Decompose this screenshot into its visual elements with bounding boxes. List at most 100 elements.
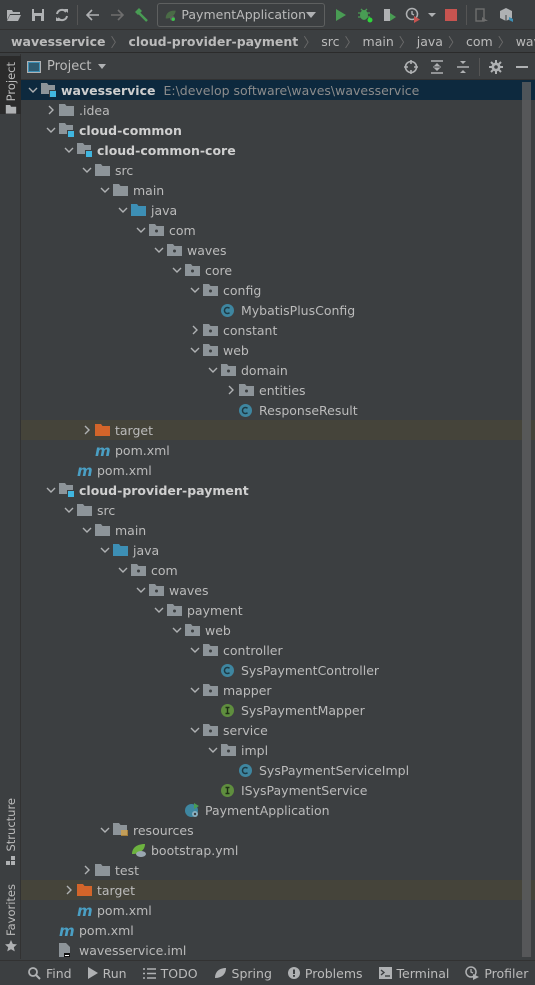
tree-node[interactable]: config: [21, 280, 521, 300]
project-tool-tab[interactable]: Project: [0, 56, 21, 114]
tree-node[interactable]: target: [21, 880, 535, 900]
tree-node[interactable]: cloud-common-core: [21, 140, 521, 160]
tree-node[interactable]: ResponseResult: [21, 400, 521, 420]
tree-node[interactable]: payment: [21, 600, 521, 620]
tree-node[interactable]: waves: [21, 240, 521, 260]
package-icon[interactable]: [494, 3, 518, 27]
project-view-selector[interactable]: Project: [47, 59, 91, 74]
chevron-down-icon[interactable]: [61, 140, 77, 160]
chevron-down-icon[interactable]: [115, 560, 131, 580]
tree-node[interactable]: test: [21, 860, 521, 880]
tree-node[interactable]: SysPaymentMapper: [21, 700, 521, 720]
tree-node[interactable]: web: [21, 340, 521, 360]
chevron-down-icon[interactable]: [187, 720, 203, 740]
breadcrumb-item[interactable]: cloud-provider-payment: [128, 34, 298, 49]
breadcrumb-item[interactable]: waves: [516, 34, 535, 49]
tree-node[interactable]: com: [21, 560, 521, 580]
coverage-icon[interactable]: [377, 3, 401, 27]
stop-icon[interactable]: [439, 3, 463, 27]
tree-node[interactable]: constant: [21, 320, 521, 340]
tree-node[interactable]: SysPaymentServiceImpl: [21, 760, 521, 780]
tree-node[interactable]: src: [21, 500, 521, 520]
tree-node[interactable]: resources: [21, 820, 521, 840]
chevron-down-icon[interactable]: [187, 640, 203, 660]
chevron-right-icon[interactable]: [79, 420, 95, 440]
breadcrumb-item[interactable]: src: [321, 34, 339, 49]
chevron-down-icon[interactable]: [187, 340, 203, 360]
tree-node[interactable]: domain: [21, 360, 521, 380]
chevron-down-icon[interactable]: [151, 600, 167, 620]
tree-node[interactable]: main: [21, 180, 521, 200]
favorites-tool-tab[interactable]: Favorites: [0, 884, 21, 954]
tree-node[interactable]: main: [21, 520, 521, 540]
open-folder-icon[interactable]: [2, 3, 26, 27]
run-tool-button[interactable]: Run: [87, 966, 127, 981]
chevron-down-icon[interactable]: [79, 520, 95, 540]
tree-node[interactable]: service: [21, 720, 521, 740]
chevron-down-icon[interactable]: [98, 64, 107, 69]
tree-node[interactable]: MybatisPlusConfig: [21, 300, 521, 320]
tree-node[interactable]: java: [21, 200, 521, 220]
chevron-down-icon[interactable]: [169, 620, 185, 640]
tree-node[interactable]: m pom.xml: [21, 900, 521, 920]
minimize-icon[interactable]: [509, 54, 535, 80]
tree-node[interactable]: PaymentApplication: [21, 800, 521, 820]
run-configuration-selector[interactable]: PaymentApplication: [157, 2, 325, 27]
chevron-down-icon[interactable]: [43, 480, 59, 500]
chevron-down-icon[interactable]: [61, 500, 77, 520]
chevron-down-icon[interactable]: [205, 740, 221, 760]
vertical-scrollbar[interactable]: [522, 82, 531, 957]
forward-icon[interactable]: [105, 3, 129, 27]
tree-node[interactable]: waves: [21, 580, 521, 600]
debug-icon[interactable]: [353, 3, 377, 27]
chevron-down-icon[interactable]: [25, 80, 41, 100]
chevron-right-icon[interactable]: [223, 380, 239, 400]
breadcrumb-item[interactable]: com: [466, 34, 493, 49]
tree-node[interactable]: m pom.xml: [21, 460, 521, 480]
tree-node[interactable]: src: [21, 160, 521, 180]
tree-node[interactable]: m pom.xml: [21, 920, 521, 940]
chevron-down-icon[interactable]: [187, 680, 203, 700]
build-hammer-icon[interactable]: [129, 3, 153, 27]
tree-node[interactable]: .idea: [21, 100, 521, 120]
tree-node[interactable]: core: [21, 260, 521, 280]
chevron-down-icon[interactable]: [43, 120, 59, 140]
chevron-down-icon[interactable]: [205, 360, 221, 380]
tree-node[interactable]: ISysPaymentService: [21, 780, 521, 800]
find-tool-button[interactable]: Find: [28, 966, 72, 981]
chevron-down-icon[interactable]: [97, 180, 113, 200]
spring-tool-button[interactable]: Spring: [214, 966, 272, 981]
save-icon[interactable]: [26, 3, 50, 27]
profile-icon[interactable]: [401, 3, 425, 27]
tree-node[interactable]: cloud-common: [21, 120, 521, 140]
tree-node[interactable]: web: [21, 620, 521, 640]
device-manager-icon[interactable]: [470, 3, 494, 27]
terminal-tool-button[interactable]: Terminal: [378, 966, 449, 981]
chevron-down-icon[interactable]: [97, 820, 113, 840]
tree-node[interactable]: cloud-provider-payment: [21, 480, 521, 500]
back-icon[interactable]: [81, 3, 105, 27]
chevron-down-icon[interactable]: [133, 580, 149, 600]
chevron-right-icon[interactable]: [61, 880, 77, 900]
chevron-down-icon[interactable]: [133, 220, 149, 240]
chevron-down-icon[interactable]: [187, 280, 203, 300]
chevron-down-icon[interactable]: [115, 200, 131, 220]
chevron-down-icon[interactable]: [169, 260, 185, 280]
tree-node[interactable]: bootstrap.yml: [21, 840, 521, 860]
todo-tool-button[interactable]: TODO: [142, 966, 198, 981]
profiler-tool-button[interactable]: Profiler: [465, 966, 528, 981]
chevron-right-icon[interactable]: [79, 860, 95, 880]
breadcrumb-item[interactable]: java: [417, 34, 443, 49]
breadcrumb-item[interactable]: wavesservice: [11, 34, 105, 49]
tree-node[interactable]: target: [21, 420, 535, 440]
tree-node[interactable]: wavesservice.iml: [21, 940, 521, 960]
breadcrumb-item[interactable]: main: [363, 34, 394, 49]
chevron-right-icon[interactable]: [187, 320, 203, 340]
chevron-down-icon[interactable]: [79, 160, 95, 180]
tree-node[interactable]: mapper: [21, 680, 521, 700]
chevron-down-icon[interactable]: [151, 240, 167, 260]
tree-node[interactable]: impl: [21, 740, 521, 760]
gear-icon[interactable]: [483, 54, 509, 80]
sync-icon[interactable]: [50, 3, 74, 27]
tree-node[interactable]: wavesservice E:\develop software\waves\wa…: [21, 80, 535, 100]
